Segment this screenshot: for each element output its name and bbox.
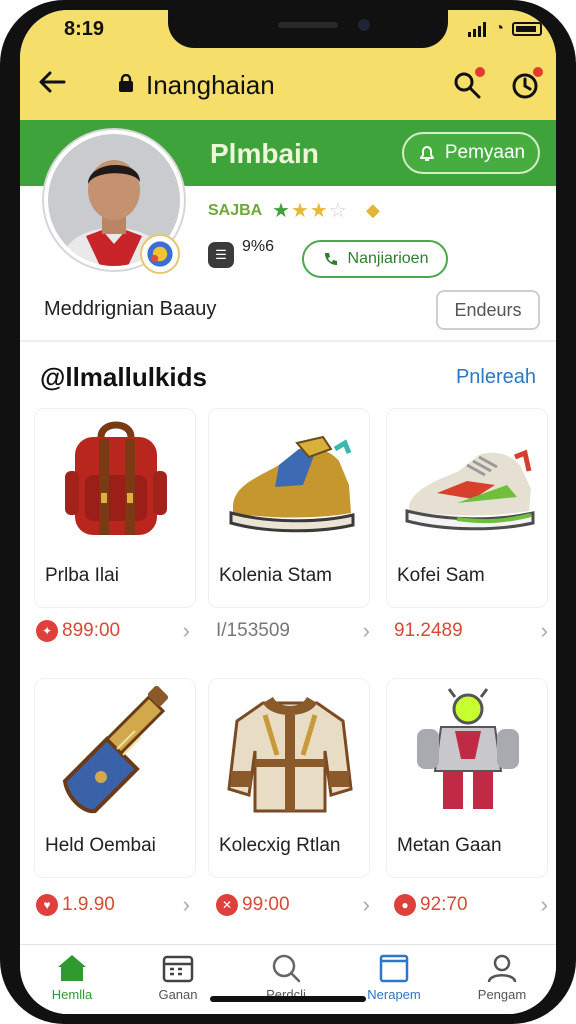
sneaker-image xyxy=(229,435,355,533)
book-icon xyxy=(379,954,409,983)
price-row[interactable]: ♥ 1.9.90 › xyxy=(36,890,198,920)
page-title: Inanghaian xyxy=(146,70,275,100)
section-title: @llmallulkids xyxy=(40,362,207,392)
product-card[interactable]: Held Oembai xyxy=(34,678,196,878)
chevron-right-icon: › xyxy=(182,618,190,643)
chevron-right-icon: › xyxy=(362,892,370,917)
product-name: Kolecxig Rtlan xyxy=(219,835,341,856)
product-card[interactable]: Kolecxig Rtlan xyxy=(208,678,370,878)
home-icon xyxy=(58,955,86,981)
signal-icon xyxy=(468,21,487,37)
price-row[interactable]: ✦ 899:00 › xyxy=(36,616,198,646)
guitar-weapon-image xyxy=(62,685,169,814)
lock-icon xyxy=(119,74,133,92)
star-icon: ★ xyxy=(290,200,310,222)
wifi-icon: ◔ xyxy=(494,20,504,37)
star-icon: ★ xyxy=(309,200,329,222)
tab-orders[interactable]: Nerapem xyxy=(344,945,444,1014)
product-price: 99:00 xyxy=(242,894,290,915)
product-card[interactable]: Kolenia Stam xyxy=(208,408,370,608)
price-row[interactable]: ● 92:70 › xyxy=(394,890,556,920)
tab-home[interactable]: Hemlla xyxy=(22,945,122,1014)
status-time: 8:19 xyxy=(64,18,105,40)
rating-label: SAJBA xyxy=(208,202,263,219)
price-row[interactable]: 91.2489 › xyxy=(394,616,556,646)
product-name: Prlba Ilai xyxy=(45,565,119,586)
back-button[interactable] xyxy=(38,68,66,102)
chat-button[interactable]: Nanjiarioen xyxy=(302,240,448,278)
notification-dot xyxy=(533,67,543,77)
star-empty-icon: ☆ xyxy=(328,200,348,222)
app-screen: 8:19 ◔ Inanghaian Plmbain Pemyaan SAJBA … xyxy=(20,10,556,1014)
divider xyxy=(20,340,556,342)
see-more-link[interactable]: Pnlereah xyxy=(456,366,536,389)
jacket-image xyxy=(227,697,353,813)
price-row[interactable]: I/153509 › xyxy=(216,616,378,646)
phone-frame: 8:19 ◔ Inanghaian Plmbain Pemyaan SAJBA … xyxy=(0,0,576,1024)
close-icon: ✕ xyxy=(216,894,238,916)
star-icon: ★ xyxy=(272,200,291,222)
timer-button[interactable] xyxy=(510,67,543,100)
product-price: I/153509 xyxy=(216,620,290,641)
tab-label: Pengam xyxy=(477,987,527,1002)
profile-icon xyxy=(487,954,517,983)
bell-icon xyxy=(419,146,434,161)
product-price: 91.2489 xyxy=(394,620,463,641)
tab-calendar[interactable]: Ganan xyxy=(128,945,228,1014)
shop-description: Meddrignian Baauy xyxy=(44,298,217,320)
calendar-icon xyxy=(162,955,194,983)
pin-icon: ● xyxy=(394,894,416,916)
chat-label: Nanjiarioen xyxy=(347,250,429,267)
chevron-right-icon: › xyxy=(540,892,548,917)
product-name: Kofei Sam xyxy=(397,565,485,586)
shop-name: Plmbain xyxy=(210,138,319,169)
chevron-right-icon: › xyxy=(182,892,190,917)
heart-icon: ♥ xyxy=(36,894,58,916)
chevron-right-icon: › xyxy=(362,618,370,643)
tab-label: Hemlla xyxy=(51,987,93,1002)
product-name: Held Oembai xyxy=(45,835,156,856)
product-card[interactable]: Prlba Ilai xyxy=(34,408,196,608)
tag-icon: ✦ xyxy=(36,620,58,642)
tab-label: Nerapem xyxy=(367,987,421,1002)
follow-button[interactable]: Pemyaan xyxy=(402,132,540,174)
trophy-icon: ◆ xyxy=(366,200,380,220)
notification-dot xyxy=(475,67,485,77)
tab-profile[interactable]: Pengam xyxy=(452,945,552,1014)
product-name: Kolenia Stam xyxy=(219,565,333,586)
award-badge-icon xyxy=(140,234,180,274)
robot-figure-image xyxy=(417,688,519,809)
price-row[interactable]: ✕ 99:00 › xyxy=(216,890,378,920)
notch xyxy=(168,10,448,48)
home-indicator[interactable] xyxy=(210,996,366,1002)
bottom-tab-bar: Hemlla Ganan Perdcli Nerapem Pengam xyxy=(20,944,556,1014)
tab-search[interactable]: Perdcli xyxy=(236,945,336,1014)
product-price: 899:00 xyxy=(62,620,121,641)
chevron-right-icon: › xyxy=(540,618,548,643)
rating-stars: ★★★☆ xyxy=(272,198,348,223)
follow-label: Pemyaan xyxy=(444,142,526,163)
arrow-left-icon xyxy=(39,71,66,93)
details-button[interactable]: Endeurs xyxy=(436,290,540,330)
phone-icon: ☰ xyxy=(208,242,234,268)
battery-icon xyxy=(512,22,542,36)
status-icons: ◔ xyxy=(468,20,542,38)
backpack-image xyxy=(65,421,167,535)
tab-label: Ganan xyxy=(158,987,198,1002)
product-price: 1.9.90 xyxy=(62,894,115,915)
search-icon xyxy=(272,954,301,983)
phone-call-icon xyxy=(324,253,337,265)
phone-count: 9%6 xyxy=(242,238,275,255)
product-card[interactable]: Kofei Sam xyxy=(386,408,548,608)
search-button[interactable] xyxy=(452,67,485,100)
product-name: Metan Gaan xyxy=(397,835,502,856)
product-price: 92:70 xyxy=(420,894,468,915)
running-shoe-image xyxy=(405,449,535,531)
product-card[interactable]: Metan Gaan xyxy=(386,678,548,878)
